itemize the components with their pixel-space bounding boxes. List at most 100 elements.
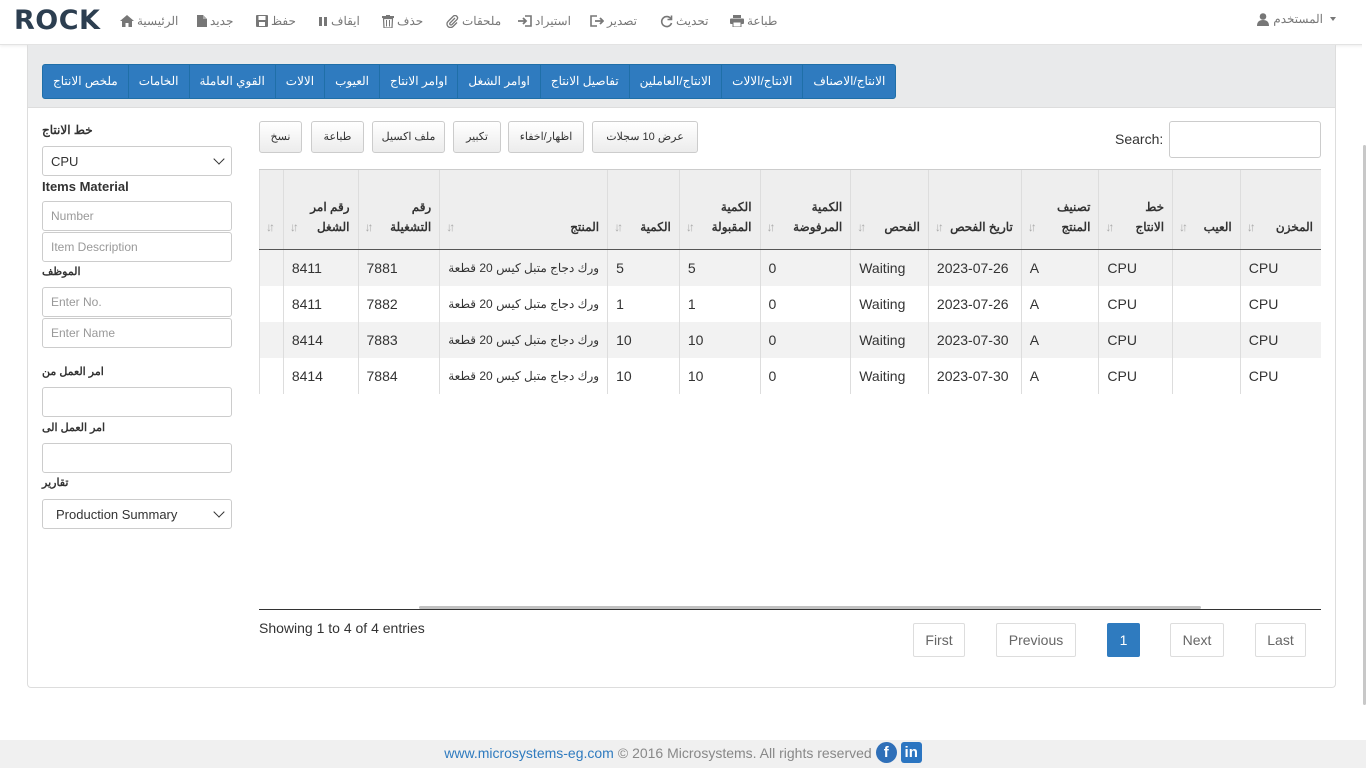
table-bottom-border (259, 609, 1321, 610)
col-header-batch-no[interactable]: ↓↑ رقم التشغيلة (357, 169, 440, 250)
excel-button[interactable]: ملف اكسيل (372, 121, 445, 153)
pagination-next[interactable]: Next (1170, 623, 1224, 657)
table-body: 8411 7881 ورك دجاج متبل كيس 20 قطعة 5 5 … (259, 249, 1321, 394)
work-order-to-input[interactable] (42, 443, 232, 473)
number-input[interactable]: Number (42, 201, 232, 231)
table-cell: 8411 (282, 285, 359, 322)
table-cell (1172, 321, 1241, 358)
table-cell (1172, 357, 1241, 394)
tab-workforce[interactable]: القوي العاملة (188, 65, 275, 98)
export-icon (590, 15, 604, 27)
pagination-page-1[interactable]: 1 (1107, 623, 1140, 657)
nav-export[interactable]: تصدير (590, 12, 637, 30)
item-description-input[interactable]: Item Description (42, 232, 232, 262)
brand-logo[interactable]: ROCK (14, 5, 100, 36)
table-cell: A (1020, 249, 1099, 286)
show-records-button[interactable]: عرض 10 سجلات (592, 121, 698, 153)
nav-import-label: استيراد (535, 14, 571, 28)
footer-link[interactable]: www.microsystems-eg.com (444, 745, 614, 761)
reports-value: Production Summary (56, 506, 178, 522)
pagination-previous[interactable]: Previous (996, 623, 1076, 657)
page-vertical-scrollbar[interactable] (1362, 0, 1366, 768)
zoom-button[interactable]: تكبير (453, 121, 501, 153)
nav-pause-label: ايقاف (331, 14, 360, 28)
table-row[interactable]: 8411 7881 ورك دجاج متبل كيس 20 قطعة 5 5 … (259, 249, 1321, 286)
table-cell: 10 (678, 357, 761, 394)
tab-production-items[interactable]: الانتاج/الاصناف (802, 65, 895, 98)
search-input[interactable] (1169, 121, 1321, 158)
table-cell: 2023-07-30 (927, 321, 1022, 358)
nav-attachments[interactable]: ملحقات (446, 12, 501, 30)
table-row[interactable]: 8411 7882 ورك دجاج متبل كيس 20 قطعة 1 1 … (259, 285, 1321, 322)
reports-select[interactable]: Production Summary (42, 499, 232, 529)
col-header-work-order-no[interactable]: ↓↑ رقم امر الشغل (282, 169, 359, 250)
col-header-blank[interactable]: ↓↑ (259, 169, 284, 250)
col-header-inspection[interactable]: ↓↑ الفحص (850, 169, 929, 250)
nav-delete[interactable]: حذف (382, 12, 423, 30)
sort-icon: ↓↑ (934, 220, 944, 234)
sort-icon: ↓↑ (766, 220, 776, 234)
sort-icon: ↓↑ (1027, 220, 1037, 234)
nav-save[interactable]: حفظ (256, 12, 296, 30)
employee-no-input[interactable]: Enter No. (42, 287, 232, 317)
tab-production-details[interactable]: تفاصيل الانتاج (539, 65, 629, 98)
table-row[interactable]: 8414 7883 ورك دجاج متبل كيس 20 قطعة 10 1… (259, 321, 1321, 358)
sort-icon: ↓↑ (1179, 220, 1188, 234)
pause-icon (319, 16, 327, 26)
tab-production-orders[interactable]: اوامر الانتاج (379, 65, 457, 98)
nav-pause[interactable]: ايقاف (318, 12, 360, 30)
nav-refresh[interactable]: تحديث (660, 12, 709, 30)
table-row[interactable]: 8414 7884 ورك دجاج متبل كيس 20 قطعة 10 1… (259, 357, 1321, 394)
facebook-icon[interactable]: f (875, 742, 897, 763)
table-cell: Waiting (850, 357, 929, 394)
print-button[interactable]: طباعة (311, 121, 364, 153)
linkedin-icon[interactable]: in (900, 742, 922, 763)
tab-machines[interactable]: الالات (274, 65, 324, 98)
col-header-production-line[interactable]: ↓↑ خط الانتاج (1098, 169, 1173, 250)
show-hide-button[interactable]: اظهار/اخفاء (508, 121, 584, 153)
col-header-accepted-qty[interactable]: ↓↑ الكمية المقبولة (678, 169, 761, 250)
work-order-from-input[interactable] (42, 387, 232, 417)
tab-defects[interactable]: العيوب (324, 65, 379, 98)
work-order-from-label: امر العمل من (42, 366, 104, 378)
tab-production-workers[interactable]: الانتاج/العاملين (628, 65, 721, 98)
sort-icon: ↓↑ (1105, 220, 1114, 234)
tab-production-summary[interactable]: ملخص الانتاج (43, 65, 128, 98)
pagination-first[interactable]: First (913, 623, 965, 657)
col-header-inspection-date[interactable]: ↓↑ تاريخ الفحص (927, 169, 1022, 250)
tab-materials[interactable]: الخامات (127, 65, 189, 98)
reports-label: تقارير (42, 477, 69, 489)
col-header-quantity[interactable]: ↓↑ الكمية (607, 169, 680, 250)
copy-button[interactable]: نسخ (259, 121, 302, 153)
entries-info: Showing 1 to 4 of 4 entries (259, 620, 425, 636)
data-table-wrapper: ↓↑ ↓↑ رقم امر الشغل ↓↑ رقم التشغيلة ↓↑ المن… (259, 169, 1321, 469)
nav-print[interactable]: طباعة (730, 12, 777, 30)
production-line-label: خط الانتاج (42, 123, 93, 137)
work-order-to-label: امر العمل الى (42, 422, 106, 434)
nav-new[interactable]: جديد (197, 12, 233, 30)
table-cell: 8414 (282, 357, 359, 394)
nav-import[interactable]: استيراد (518, 12, 571, 30)
production-line-select[interactable]: CPU (42, 146, 232, 176)
user-menu[interactable]: المستخدم (1257, 12, 1336, 26)
table-cell: A (1020, 321, 1099, 358)
print-icon (730, 15, 744, 27)
table-cell: CPU (1098, 285, 1173, 322)
table-cell: 7881 (357, 249, 440, 286)
col-header-defect[interactable]: ↓↑ العيب (1172, 169, 1241, 250)
table-cell: 2023-07-26 (927, 249, 1022, 286)
tab-production-machines[interactable]: الانتاج/الالات (721, 65, 802, 98)
import-icon (518, 15, 532, 27)
employee-name-input[interactable]: Enter Name (42, 318, 232, 348)
nav-home[interactable]: الرئيسية (120, 12, 178, 30)
table-cell (259, 357, 284, 394)
col-header-product[interactable]: ↓↑ المنتج (439, 169, 608, 250)
col-header-rejected-qty[interactable]: ↓↑ الكمية المرفوضة (759, 169, 851, 250)
col-header-warehouse[interactable]: ↓↑ المخزن (1239, 169, 1321, 250)
col-header-product-class[interactable]: ↓↑ تصنيف المنتج (1020, 169, 1099, 250)
nav-home-label: الرئيسية (137, 14, 179, 28)
footer: www.microsystems-eg.com © 2016 Microsyst… (0, 740, 1366, 768)
table-cell: 1 (678, 285, 761, 322)
pagination-last[interactable]: Last (1255, 623, 1306, 657)
tab-work-orders[interactable]: اوامر الشغل (457, 65, 539, 98)
